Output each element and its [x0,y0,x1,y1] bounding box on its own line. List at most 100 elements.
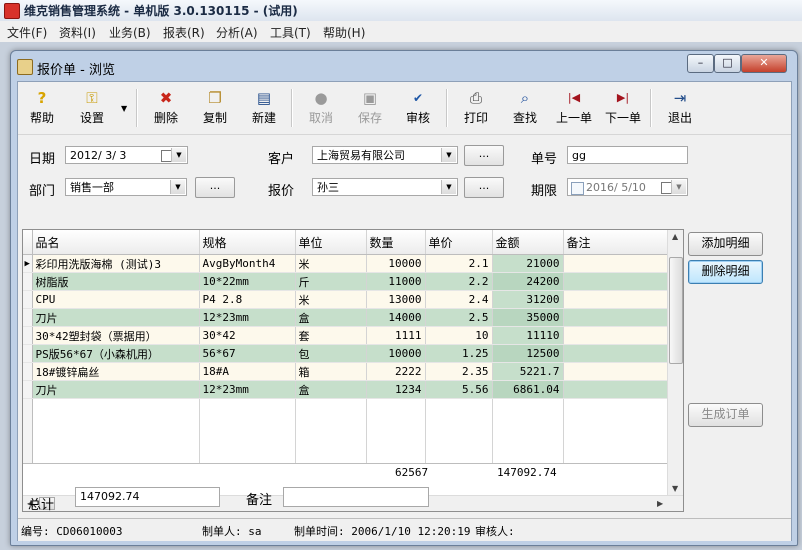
table-row[interactable]: CPU P4 2.8 米 13000 2.4 31200 [23,290,676,309]
table-row[interactable]: PS版56*67（小森机用） 56*67 包 10000 1.25 12500 [23,344,676,363]
cell-spec[interactable]: 10*22mm [199,272,296,291]
cell-unit[interactable]: 包 [295,344,367,363]
customer-select[interactable]: 上海贸易有限公司 ▼ [312,146,458,164]
cell-amount[interactable]: 12500 [492,344,564,363]
cell-price[interactable]: 2.4 [425,290,493,309]
scroll-right-icon[interactable]: ▶ [657,499,663,508]
copy-button[interactable]: ❐ 复制 [193,88,237,128]
cell-price[interactable]: 1.25 [425,344,493,363]
chevron-down-icon[interactable]: ▼ [441,180,456,194]
cell-name[interactable]: 刀片 [32,380,200,399]
cell-note[interactable] [563,326,669,345]
scroll-down-icon[interactable]: ▼ [672,484,678,493]
cell-name[interactable]: 彩印用洗版海棉 (测试)3 [32,254,200,273]
cell-note[interactable] [563,344,669,363]
menu-tools[interactable]: 工具(T) [270,24,311,41]
cell-name[interactable]: CPU [32,290,200,309]
menu-help[interactable]: 帮助(H) [323,24,365,41]
deadline-picker[interactable]: 2016/ 5/10 ▼ [567,178,688,196]
cell-price[interactable]: 5.56 [425,380,493,399]
cell-amount[interactable]: 21000 [492,254,564,273]
scroll-up-icon[interactable]: ▲ [672,232,678,241]
cell-spec[interactable]: AvgByMonth4 [199,254,296,273]
col-qty-header[interactable]: 数量 [366,230,426,255]
cell-price[interactable]: 2.1 [425,254,493,273]
cell-unit[interactable]: 斤 [295,272,367,291]
cell-unit[interactable]: 米 [295,290,367,309]
chevron-down-icon[interactable]: ▼ [170,180,185,194]
cell-qty[interactable]: 11000 [366,272,426,291]
help-button[interactable]: ? 帮助 [20,88,64,128]
remove-detail-button[interactable]: 删除明细 [688,260,763,284]
table-row[interactable]: 刀片 12*23mm 盒 14000 2.5 35000 [23,308,676,327]
table-row[interactable]: 刀片 12*23mm 盒 1234 5.56 6861.04 [23,380,676,399]
cell-price[interactable]: 2.2 [425,272,493,291]
cell-unit[interactable]: 盒 [295,308,367,327]
cell-spec[interactable]: 12*23mm [199,308,296,327]
next-button[interactable]: ▶| 下一单 [601,88,645,128]
dept-select[interactable]: 销售一部 ▼ [65,178,187,196]
note-input[interactable] [283,487,429,507]
col-unit-header[interactable]: 单位 [295,230,367,255]
detail-grid[interactable]: 品名 规格 单位 数量 单价 金额 备注 ▶ 彩印用洗版海棉 (测试)3 AvgBy… [22,229,684,512]
cell-note[interactable] [563,380,669,399]
cell-name[interactable]: 刀片 [32,308,200,327]
cell-qty[interactable]: 13000 [366,290,426,309]
cell-unit[interactable]: 盒 [295,380,367,399]
table-row[interactable]: 18#镀锌扁丝 18#A 箱 2222 2.35 5221.7 [23,362,676,381]
grid-vertical-scrollbar[interactable]: ▲ ▼ [667,230,683,496]
cell-spec[interactable]: 56*67 [199,344,296,363]
cell-note[interactable] [563,272,669,291]
chevron-down-icon[interactable]: ▼ [441,148,456,162]
make-order-button[interactable]: 生成订单 [688,403,763,427]
cell-spec[interactable]: 30*42 [199,326,296,345]
audit-button[interactable]: ✔ 审核 [396,88,440,128]
prev-button[interactable]: |◀ 上一单 [552,88,596,128]
order-no-input[interactable]: gg [567,146,688,164]
cell-qty[interactable]: 10000 [366,254,426,273]
col-amount-header[interactable]: 金额 [492,230,564,255]
minimize-button[interactable]: – [687,54,714,73]
quoter-lookup-button[interactable]: ... [464,177,504,198]
cell-price[interactable]: 2.35 [425,362,493,381]
col-note-header[interactable]: 备注 [563,230,669,255]
cell-qty[interactable]: 2222 [366,362,426,381]
col-price-header[interactable]: 单价 [425,230,493,255]
menu-business[interactable]: 业务(B) [109,24,151,41]
dept-lookup-button[interactable]: ... [195,177,235,198]
cell-name[interactable]: PS版56*67（小森机用） [32,344,200,363]
menu-data[interactable]: 资料(I) [59,24,96,41]
find-button[interactable]: ⌕ 查找 [503,88,547,128]
col-name-header[interactable]: 品名 [32,230,200,255]
cell-note[interactable] [563,362,669,381]
maximize-button[interactable]: □ [714,54,741,73]
deadline-checkbox[interactable] [571,182,584,195]
chevron-down-icon[interactable]: ▼ [171,148,186,162]
quoter-select[interactable]: 孙三 ▼ [312,178,458,196]
print-button[interactable]: ⎙ 打印 [454,88,498,128]
cancel-button[interactable]: ● 取消 [299,88,343,128]
add-detail-button[interactable]: 添加明细 [688,232,763,256]
cell-price[interactable]: 10 [425,326,493,345]
menu-file[interactable]: 文件(F) [7,24,47,41]
cell-note[interactable] [563,290,669,309]
cell-price[interactable]: 2.5 [425,308,493,327]
cell-amount[interactable]: 35000 [492,308,564,327]
cell-note[interactable] [563,254,669,273]
table-row[interactable]: ▶ 彩印用洗版海棉 (测试)3 AvgByMonth4 米 10000 2.1 21000 [23,254,676,273]
cell-spec[interactable]: P4 2.8 [199,290,296,309]
menu-reports[interactable]: 报表(R) [163,24,205,41]
new-button[interactable]: ▤ 新建 [242,88,286,128]
cell-unit[interactable]: 米 [295,254,367,273]
delete-button[interactable]: ✖ 删除 [144,88,188,128]
cell-name[interactable]: 树脂版 [32,272,200,291]
cell-qty[interactable]: 10000 [366,344,426,363]
customer-lookup-button[interactable]: ... [464,145,504,166]
cell-amount[interactable]: 24200 [492,272,564,291]
cell-amount[interactable]: 6861.04 [492,380,564,399]
cell-qty[interactable]: 14000 [366,308,426,327]
cell-spec[interactable]: 18#A [199,362,296,381]
exit-button[interactable]: ⇥ 退出 [658,88,702,128]
total-value-input[interactable]: 147092.74 [75,487,220,507]
cell-name[interactable]: 30*42塑封袋（票据用） [32,326,200,345]
